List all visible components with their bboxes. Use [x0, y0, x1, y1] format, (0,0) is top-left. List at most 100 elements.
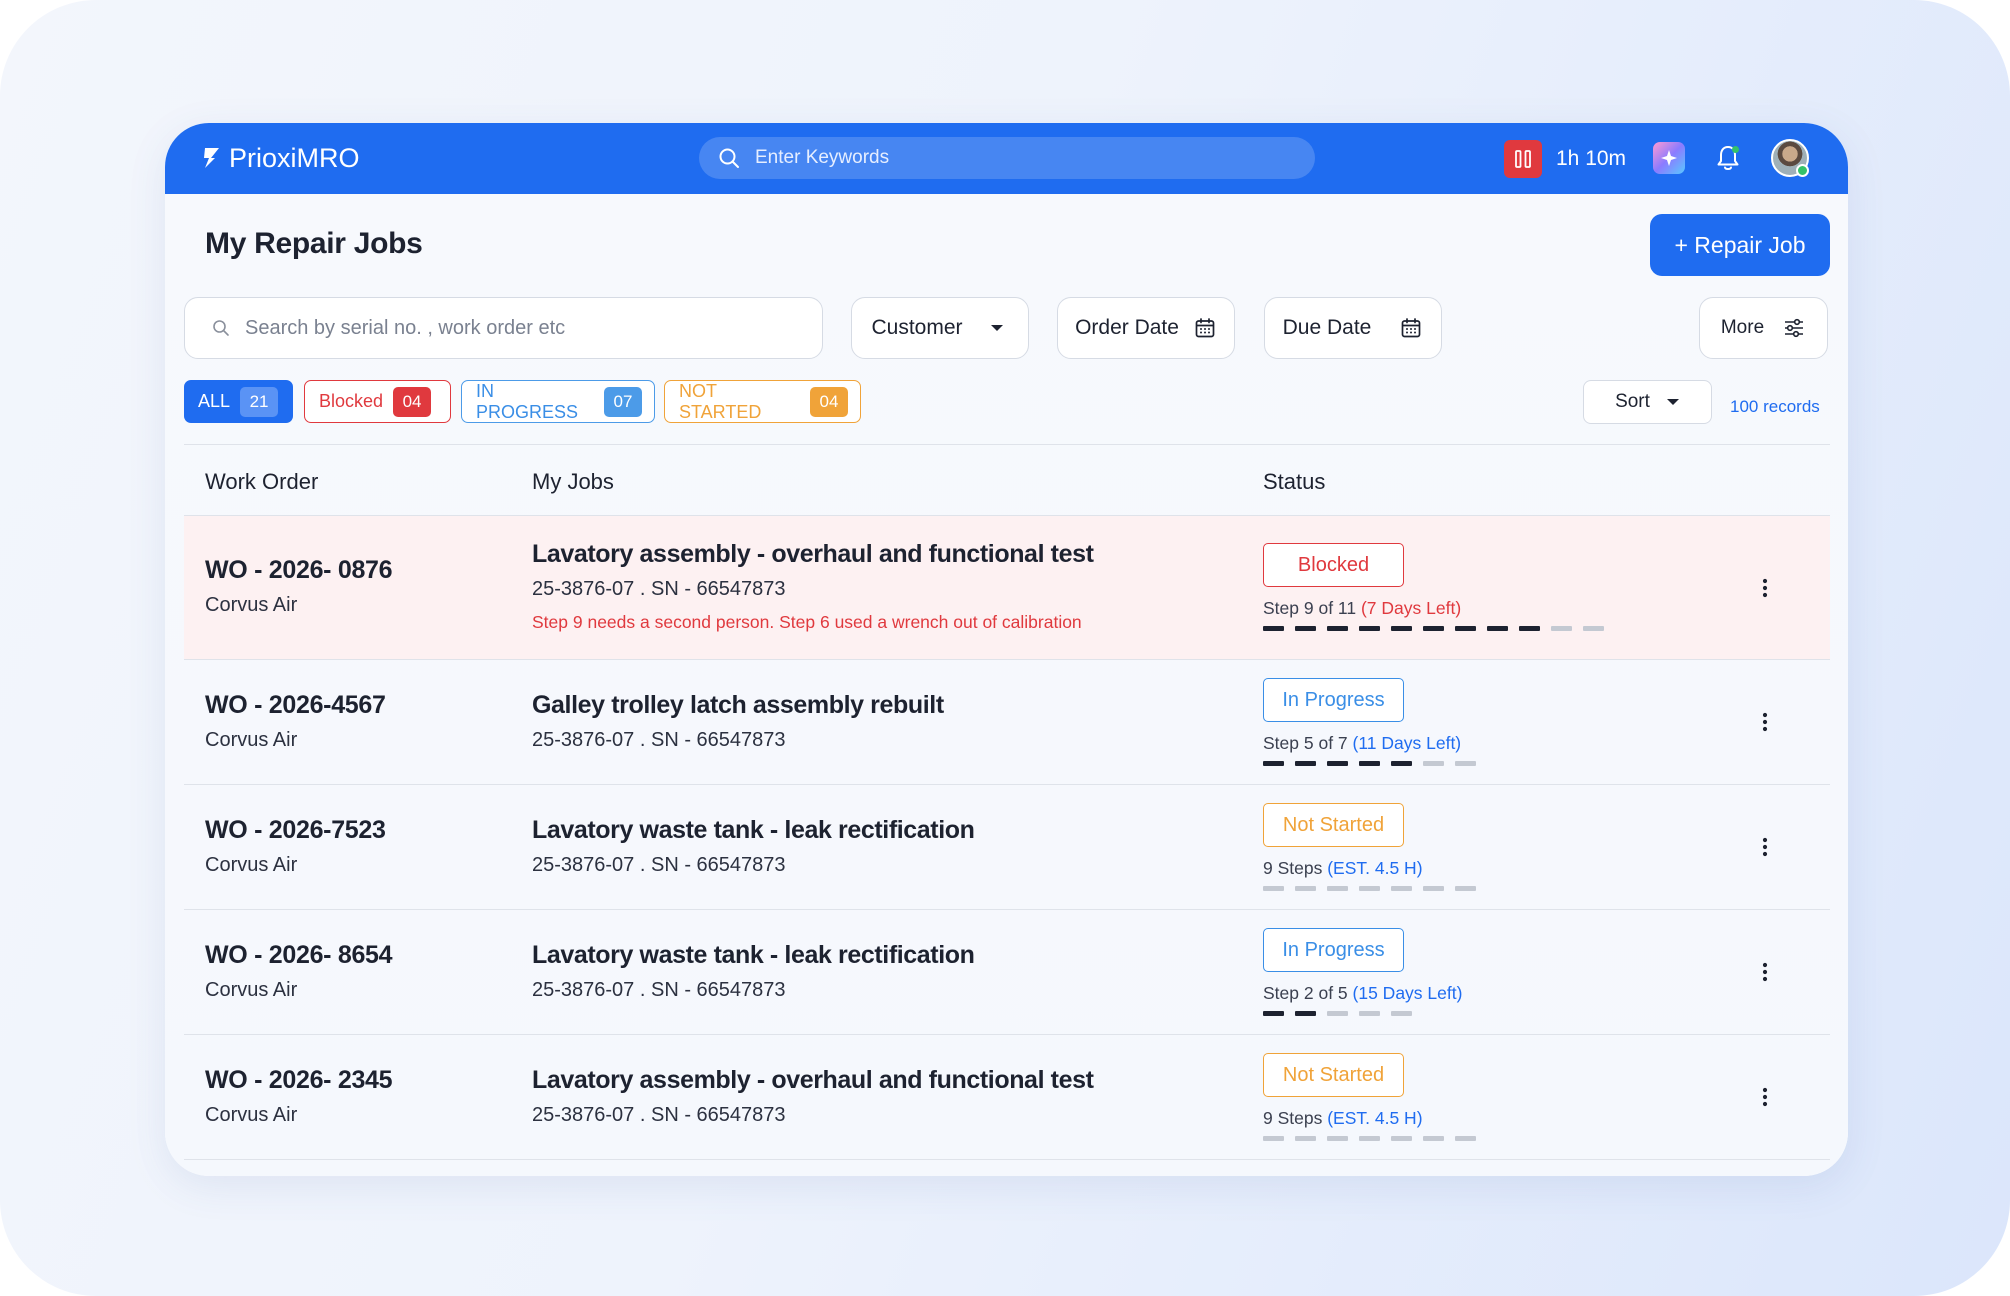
more-vertical-icon[interactable]	[1753, 1085, 1777, 1109]
repair-jobs-table: Work Order My Jobs Status WO - 2026- 087…	[184, 444, 1830, 1160]
caret-down-icon	[1666, 399, 1679, 405]
table-row[interactable]: WO - 2026- 8654 Corvus Air Lavatory wast…	[184, 910, 1830, 1035]
ai-assistant-button[interactable]	[1653, 142, 1685, 174]
column-header-work-order[interactable]: Work Order	[205, 469, 318, 495]
progress-segment	[1359, 761, 1380, 766]
step-hint: (15 Days Left)	[1352, 983, 1463, 1003]
progress-segment	[1359, 1011, 1380, 1016]
serial-number: 25-3876-07 . SN - 66547873	[532, 979, 786, 1001]
work-order-number[interactable]: WO - 2026- 2345	[205, 1066, 393, 1095]
pause-timer-button[interactable]	[1504, 140, 1542, 178]
work-order-number[interactable]: WO - 2026-4567	[205, 691, 386, 720]
progress-segment	[1359, 626, 1380, 631]
bell-icon[interactable]	[1712, 142, 1744, 174]
progress-segment	[1423, 761, 1444, 766]
status-badge: In Progress	[1263, 928, 1404, 972]
job-title[interactable]: Lavatory assembly - overhaul and functio…	[532, 540, 1094, 569]
status-badge: Not Started	[1263, 1053, 1404, 1097]
status-badge: In Progress	[1263, 678, 1404, 722]
step-text: Step 9 of 11	[1263, 598, 1357, 618]
table-row[interactable]: WO - 2026- 0876 Corvus Air Lavatory asse…	[184, 516, 1830, 660]
customer-name: Corvus Air	[205, 729, 298, 751]
job-title[interactable]: Galley trolley latch assembly rebuilt	[532, 691, 944, 720]
progress-segment	[1327, 761, 1348, 766]
progress-segment	[1391, 626, 1412, 631]
progress-segment	[1551, 626, 1572, 631]
step-info: 9 Steps (EST. 4.5 H)	[1263, 1108, 1423, 1129]
customer-name: Corvus Air	[205, 1104, 298, 1126]
status-badge: Not Started	[1263, 803, 1404, 847]
progress-segment	[1391, 1011, 1412, 1016]
progress-segment	[1423, 626, 1444, 631]
step-text: Step 5 of 7	[1263, 733, 1348, 753]
app-name: PrioxiMRO	[229, 142, 360, 173]
search-icon	[719, 148, 739, 168]
step-text: Step 2 of 5	[1263, 983, 1348, 1003]
progress-segment	[1487, 626, 1508, 631]
sliders-icon	[1785, 318, 1804, 338]
calendar-icon	[1195, 318, 1215, 338]
work-timer: 1h 10m	[1504, 140, 1626, 178]
more-vertical-icon[interactable]	[1753, 576, 1777, 600]
progress-segment	[1359, 886, 1380, 891]
add-repair-job-button[interactable]: + Repair Job	[1650, 214, 1830, 276]
global-search-input[interactable]: Enter Keywords	[699, 137, 1315, 179]
order-date-filter[interactable]: Order Date	[1057, 297, 1235, 359]
step-info: Step 2 of 5 (15 Days Left)	[1263, 983, 1462, 1004]
table-row[interactable]: WO - 2026- 2345 Corvus Air Lavatory asse…	[184, 1035, 1830, 1160]
progress-segment	[1391, 886, 1412, 891]
progress-segment	[1455, 626, 1476, 631]
work-order-number[interactable]: WO - 2026- 0876	[205, 556, 393, 585]
more-vertical-icon[interactable]	[1753, 835, 1777, 859]
chip-count: 04	[393, 386, 432, 417]
progress-segment	[1295, 886, 1316, 891]
progress-segment	[1455, 1136, 1476, 1141]
step-info: Step 5 of 7 (11 Days Left)	[1263, 733, 1461, 754]
chip-count: 07	[604, 386, 642, 417]
app-logo[interactable]: PrioxiMRO	[201, 137, 360, 179]
jobs-search-input[interactable]: Search by serial no. , work order etc	[184, 297, 823, 359]
chip-label: ALL	[198, 391, 231, 411]
serial-number: 25-3876-07 . SN - 66547873	[532, 854, 786, 876]
due-date-filter[interactable]: Due Date	[1264, 297, 1442, 359]
more-vertical-icon[interactable]	[1753, 960, 1777, 984]
chip-label: NOT STARTED	[679, 380, 762, 422]
work-order-number[interactable]: WO - 2026-7523	[205, 816, 386, 845]
step-text: 9 Steps	[1263, 1108, 1323, 1128]
progress-segment	[1327, 626, 1348, 631]
table-header: Work Order My Jobs Status	[184, 444, 1830, 516]
progress-segment	[1359, 1136, 1380, 1141]
progress-segment	[1295, 626, 1316, 631]
filter-chip-all[interactable]: ALL 21	[184, 380, 293, 423]
column-header-status[interactable]: Status	[1263, 469, 1325, 495]
column-header-my-jobs[interactable]: My Jobs	[532, 469, 614, 495]
sparkle-icon	[1661, 150, 1677, 166]
step-info: Step 9 of 11 (7 Days Left)	[1263, 598, 1461, 619]
status-badge: Blocked	[1263, 543, 1404, 587]
serial-number: 25-3876-07 . SN - 66547873	[532, 1104, 786, 1126]
sort-dropdown[interactable]: Sort	[1583, 380, 1712, 424]
step-hint: (11 Days Left)	[1352, 733, 1462, 753]
table-row[interactable]: WO - 2026-4567 Corvus Air Galley trolley…	[184, 660, 1830, 785]
online-status-dot	[1796, 164, 1809, 177]
table-row[interactable]: WO - 2026-7523 Corvus Air Lavatory waste…	[184, 785, 1830, 910]
job-title[interactable]: Lavatory waste tank - leak rectification	[532, 816, 975, 845]
avatar[interactable]	[1771, 139, 1809, 177]
more-filters-button[interactable]: More	[1699, 297, 1828, 359]
app-window: PrioxiMRO Enter Keywords 1h 10m My Repai…	[165, 123, 1848, 1176]
more-vertical-icon[interactable]	[1753, 710, 1777, 734]
customer-dropdown[interactable]: Customer	[851, 297, 1029, 359]
filter-chip-not-started[interactable]: NOT STARTED 04	[664, 380, 861, 423]
blocked-note: Step 9 needs a second person. Step 6 use…	[532, 612, 1082, 632]
job-title[interactable]: Lavatory assembly - overhaul and functio…	[532, 1066, 1094, 1095]
jobs-search-placeholder: Search by serial no. , work order etc	[245, 316, 566, 339]
customer-name: Corvus Air	[205, 594, 298, 616]
progress-segment	[1327, 1136, 1348, 1141]
progress-segment	[1263, 761, 1284, 766]
progress-segment	[1295, 1011, 1316, 1016]
step-hint: (EST. 4.5 H)	[1322, 1108, 1423, 1128]
job-title[interactable]: Lavatory waste tank - leak rectification	[532, 941, 975, 970]
work-order-number[interactable]: WO - 2026- 8654	[205, 941, 393, 970]
filter-chip-blocked[interactable]: Blocked 04	[304, 380, 451, 423]
filter-chip-in-progress[interactable]: IN PROGRESS 07	[461, 380, 655, 423]
